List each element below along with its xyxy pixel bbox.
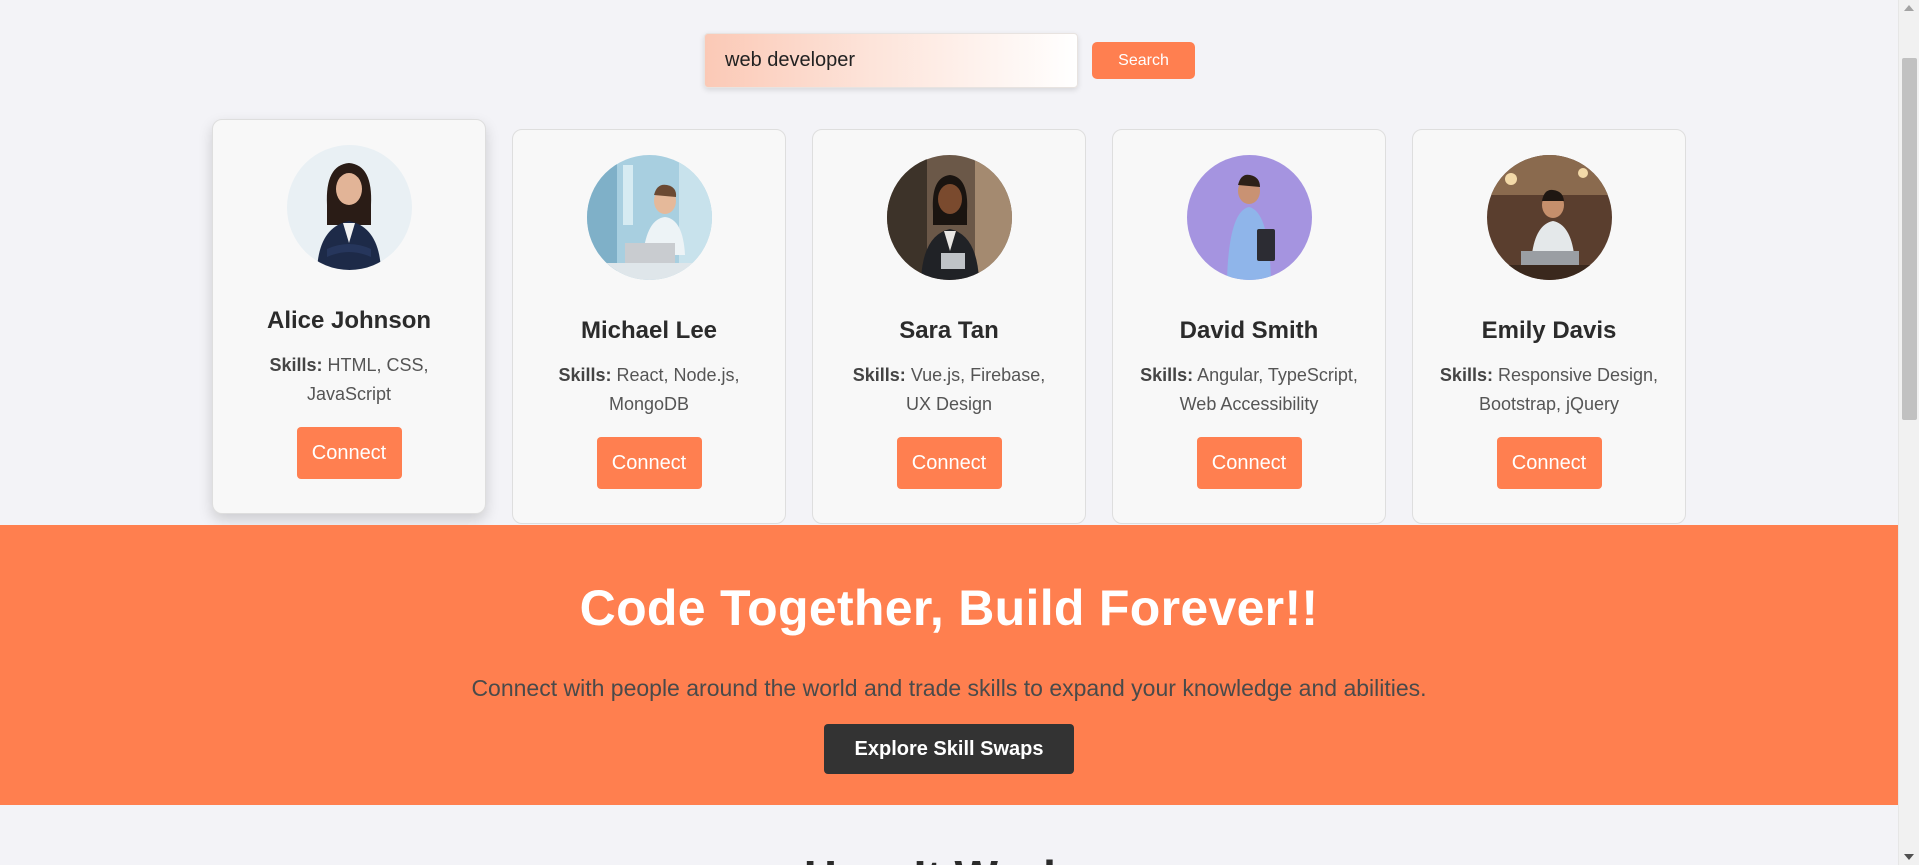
profile-card: David Smith Skills: Angular, TypeScript,… — [1112, 129, 1386, 524]
skills-list: React, Node.js, MongoDB — [608, 365, 740, 414]
profile-skills: Skills: HTML, CSS, JavaScript — [239, 351, 459, 409]
profile-skills: Skills: React, Node.js, MongoDB — [539, 361, 759, 419]
hero-title: Code Together, Build Forever!! — [579, 580, 1319, 636]
profile-name: Emily Davis — [1481, 317, 1617, 344]
skills-list: Responsive Design, Bootstrap, jQuery — [1478, 365, 1659, 414]
page: Search Alice Johnson Skills: HTML, CSS, … — [0, 0, 1898, 865]
skills-list: Vue.js, Firebase, UX Design — [905, 365, 1046, 414]
profile-card: Sara Tan Skills: Vue.js, Firebase, UX De… — [812, 129, 1086, 524]
woman-business-suit-avatar — [286, 145, 412, 270]
profile-skills: Skills: Responsive Design, Bootstrap, jQ… — [1439, 361, 1659, 419]
profile-skills: Skills: Vue.js, Firebase, UX Design — [839, 361, 1059, 419]
man-cafe-laptop-avatar — [1486, 155, 1612, 280]
connect-button[interactable]: Connect — [1196, 437, 1302, 489]
profile-card: Alice Johnson Skills: HTML, CSS, JavaScr… — [212, 119, 486, 514]
scroll-down-arrow-icon[interactable] — [1904, 854, 1914, 860]
scrollbar-thumb[interactable] — [1902, 58, 1917, 420]
skills-label: Skills: — [1140, 365, 1194, 385]
explore-skill-swaps-button[interactable]: Explore Skill Swaps — [824, 724, 1074, 774]
how-it-works-title: How It Works — [0, 850, 1898, 865]
connect-button[interactable]: Connect — [896, 437, 1002, 489]
vertical-scrollbar[interactable] — [1898, 0, 1919, 865]
profile-name: Michael Lee — [580, 317, 718, 344]
profile-card: Michael Lee Skills: React, Node.js, Mong… — [512, 129, 786, 524]
connect-button[interactable]: Connect — [596, 437, 702, 489]
man-laptop-office-avatar — [586, 155, 712, 280]
profile-card: Emily Davis Skills: Responsive Design, B… — [1412, 129, 1686, 524]
connect-button[interactable]: Connect — [1496, 437, 1602, 489]
man-purple-backdrop-avatar — [1186, 155, 1312, 280]
hero-banner: Code Together, Build Forever!! Connect w… — [0, 525, 1898, 805]
skills-label: Skills: — [269, 355, 323, 375]
skills-label: Skills: — [558, 365, 612, 385]
skills-list: HTML, CSS, JavaScript — [306, 355, 429, 404]
profile-name: David Smith — [1179, 317, 1319, 344]
scroll-up-arrow-icon[interactable] — [1904, 5, 1914, 11]
skills-label: Skills: — [1439, 365, 1493, 385]
profile-name: Sara Tan — [899, 317, 999, 344]
profile-skills: Skills: Angular, TypeScript, Web Accessi… — [1139, 361, 1359, 419]
connect-button[interactable]: Connect — [296, 427, 402, 479]
skills-list: Angular, TypeScript, Web Accessibility — [1179, 365, 1358, 414]
skills-label: Skills: — [852, 365, 906, 385]
profile-card-list: Alice Johnson Skills: HTML, CSS, JavaScr… — [0, 0, 1898, 525]
woman-tablet-avatar — [886, 155, 1012, 280]
hero-subtitle: Connect with people around the world and… — [471, 675, 1427, 701]
profile-name: Alice Johnson — [266, 307, 432, 334]
